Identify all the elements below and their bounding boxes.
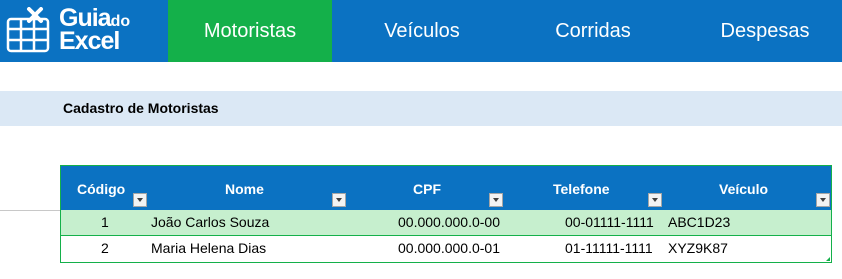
cell-cpf[interactable]: 00.000.000.0-01 <box>398 240 500 256</box>
table-header: Código Nome CPF Telefone Veículo <box>61 166 831 210</box>
tab-despesas[interactable]: Despesas <box>683 0 842 62</box>
cell-codigo[interactable]: 2 <box>101 240 109 256</box>
column-label-veiculo: Veículo <box>719 181 769 197</box>
drivers-table: Código Nome CPF Telefone Veículo 1 João … <box>60 165 832 263</box>
tab-veiculos[interactable]: Veículos <box>340 0 504 62</box>
top-navigation-bar: Guiado Excel Motoristas Veículos Corrida… <box>0 0 842 62</box>
logo-word-excel: Excel <box>59 27 120 55</box>
column-label-telefone: Telefone <box>553 181 610 197</box>
tab-corridas[interactable]: Corridas <box>511 0 675 62</box>
cell-veiculo[interactable]: XYZ9K87 <box>668 240 728 256</box>
cell-cpf[interactable]: 00.000.000.0-00 <box>398 214 500 230</box>
cell-codigo[interactable]: 1 <box>101 214 109 230</box>
filter-dropdown-nome-icon[interactable] <box>332 193 346 207</box>
cell-telefone[interactable]: 00-01111-1111 <box>565 214 654 230</box>
tab-motoristas[interactable]: Motoristas <box>168 0 332 62</box>
column-label-cpf: CPF <box>413 181 441 197</box>
cell-nome[interactable]: Maria Helena Dias <box>151 240 266 256</box>
cell-veiculo[interactable]: ABC1D23 <box>668 214 730 230</box>
filter-dropdown-veiculo-icon[interactable] <box>816 193 830 207</box>
logo[interactable]: Guiado Excel <box>0 0 168 62</box>
filter-dropdown-cpf-icon[interactable] <box>489 193 503 207</box>
column-header-codigo: Código <box>61 166 149 210</box>
table-row[interactable]: 2 Maria Helena Dias 00.000.000.0-01 01-1… <box>61 236 831 262</box>
cell-telefone[interactable]: 01-11111-1111 <box>565 240 653 256</box>
spreadsheet-logo-icon <box>6 7 50 53</box>
column-header-nome: Nome <box>149 166 349 210</box>
column-header-veiculo: Veículo <box>665 166 831 210</box>
column-label-codigo: Código <box>77 181 126 197</box>
table-resize-handle[interactable] <box>826 257 830 261</box>
page-title: Cadastro de Motoristas <box>63 100 219 116</box>
table-row[interactable]: 1 João Carlos Souza 00.000.000.0-00 00-0… <box>61 210 831 236</box>
column-header-telefone: Telefone <box>505 166 665 210</box>
filter-dropdown-telefone-icon[interactable] <box>648 193 662 207</box>
column-label-nome: Nome <box>225 181 264 197</box>
sheet-gridline <box>0 210 61 211</box>
filter-dropdown-codigo-icon[interactable] <box>133 193 147 207</box>
column-header-cpf: CPF <box>349 166 505 210</box>
cell-nome[interactable]: João Carlos Souza <box>151 214 269 230</box>
